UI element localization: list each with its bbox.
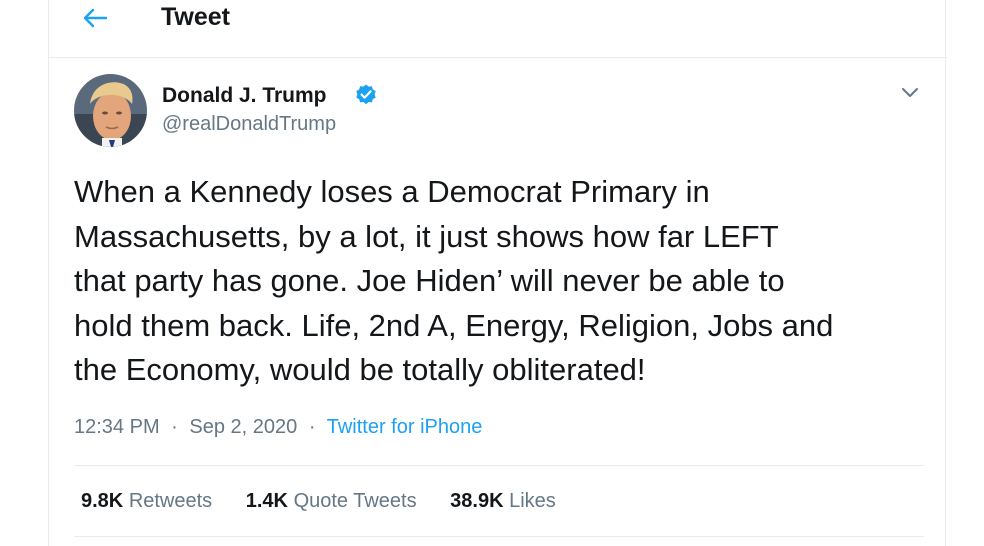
separator: ·	[308, 416, 316, 438]
tweet-text: When a Kennedy loses a Democrat Primary …	[74, 174, 834, 387]
likes-label: Likes	[509, 490, 556, 512]
chevron-down-icon	[902, 88, 918, 97]
tweet-source-link[interactable]: Twitter for iPhone	[327, 416, 483, 438]
quote-tweets-count: 1.4K	[245, 490, 288, 512]
author-name[interactable]: Donald J. Trump	[162, 83, 327, 109]
likes-count: 38.9K	[450, 490, 504, 512]
more-options-button[interactable]	[897, 80, 923, 106]
page-title: Tweet	[161, 3, 230, 31]
header: Tweet	[49, 0, 947, 58]
retweets-label: Retweets	[128, 490, 213, 512]
retweets-count: 9.8K	[81, 490, 124, 512]
divider	[74, 465, 924, 466]
tweet-time[interactable]: 12:34 PM	[74, 416, 160, 438]
page: Tweet Donald J. Trump @realDonaldTrump W…	[0, 0, 984, 546]
tweet-stats: 9.8K Retweets 1.4K Quote Tweets 38.9K Li…	[81, 487, 584, 515]
tweet-metadata: 12:34 PM · Sep 2, 2020 · Twitter for iPh…	[74, 413, 482, 441]
avatar-image	[74, 74, 147, 147]
quote-tweets-label: Quote Tweets	[293, 490, 417, 512]
tweet-column: Tweet Donald J. Trump @realDonaldTrump W…	[48, 0, 947, 546]
quote-tweets-stat[interactable]: 1.4K Quote Tweets	[246, 487, 417, 515]
divider	[74, 536, 924, 537]
back-button[interactable]	[77, 2, 113, 34]
retweets-stat[interactable]: 9.8K Retweets	[81, 487, 212, 515]
verified-badge-icon	[354, 83, 378, 107]
author-handle[interactable]: @realDonaldTrump	[162, 111, 336, 137]
tweet-date[interactable]: Sep 2, 2020	[189, 416, 297, 438]
avatar[interactable]	[74, 74, 147, 147]
separator: ·	[171, 416, 178, 438]
likes-stat[interactable]: 38.9K Likes	[450, 487, 556, 515]
arrow-left-icon	[83, 8, 108, 28]
